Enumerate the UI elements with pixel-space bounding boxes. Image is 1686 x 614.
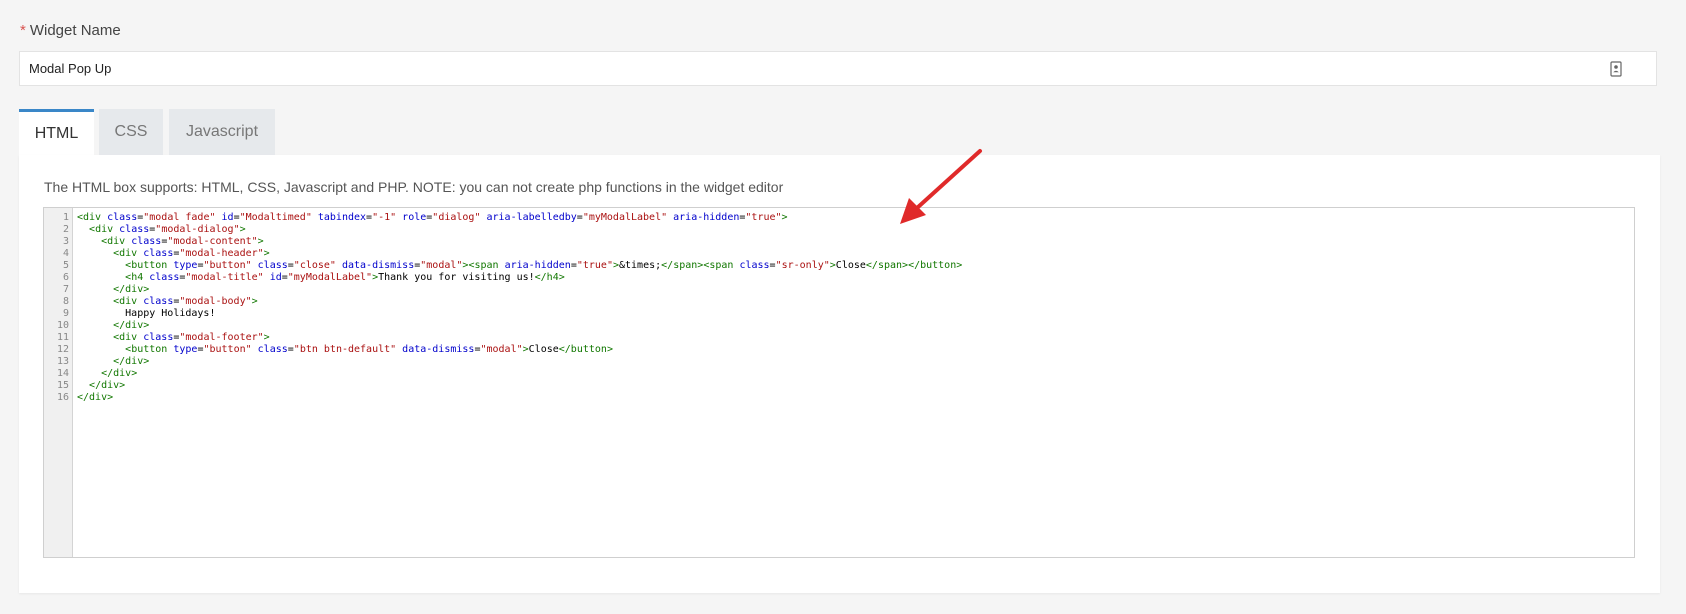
line-number: 5 xyxy=(62,260,69,271)
line-number: 12 xyxy=(56,344,69,355)
code-line: <div class="modal-footer"> xyxy=(113,332,270,343)
line-number: 14 xyxy=(56,368,69,379)
html-box-note: The HTML box supports: HTML, CSS, Javasc… xyxy=(44,179,784,195)
line-number: 8 xyxy=(62,296,69,307)
code-line: <div class="modal-dialog"> xyxy=(89,224,246,235)
widget-name-label: * Widget Name xyxy=(20,22,121,39)
line-number: 1 xyxy=(62,212,69,223)
code-line: <button type="button" class="close" data… xyxy=(125,260,963,271)
red-arrow-icon xyxy=(900,149,982,224)
code-line: </div> xyxy=(77,392,114,403)
line-number: 4 xyxy=(62,248,69,259)
widget-name-field-wrap xyxy=(19,51,1657,86)
line-number: 9 xyxy=(62,308,69,319)
line-number: 6 xyxy=(62,272,69,283)
line-number: 10 xyxy=(56,320,69,331)
code-line: <div class="modal-header"> xyxy=(113,248,270,259)
contact-card-icon[interactable] xyxy=(1610,61,1622,77)
html-tab-panel: The HTML box supports: HTML, CSS, Javasc… xyxy=(19,155,1660,593)
code-line: </div> xyxy=(113,284,150,295)
code-line: </div> xyxy=(89,380,126,391)
tab-javascript[interactable]: Javascript xyxy=(169,109,275,155)
code-line: </div> xyxy=(113,320,150,331)
code-content[interactable]: <div class="modal fade" id="Modaltimed" … xyxy=(77,212,1634,404)
line-number: 11 xyxy=(56,332,69,343)
code-line: <button type="button" class="btn btn-def… xyxy=(125,344,613,355)
line-number: 2 xyxy=(62,224,69,235)
line-number: 15 xyxy=(56,380,69,391)
line-number: 16 xyxy=(56,392,69,403)
widget-name-label-text: Widget Name xyxy=(29,22,121,39)
code-line: <h4 class="modal-title" id="myModalLabel… xyxy=(125,272,565,283)
code-line: <div class="modal-content"> xyxy=(101,236,264,247)
widget-name-input[interactable] xyxy=(20,52,1656,85)
code-line: <div class="modal fade" id="Modaltimed" … xyxy=(77,212,788,223)
tab-css[interactable]: CSS xyxy=(99,109,163,155)
tab-html[interactable]: HTML xyxy=(19,109,94,156)
required-mark: * xyxy=(20,22,26,39)
line-number-gutter: 1 2 3 4 5 6 7 8 9 10 11 12 13 14 15 16 xyxy=(44,208,73,557)
code-editor[interactable]: 1 2 3 4 5 6 7 8 9 10 11 12 13 14 15 16 <div class="moda… xyxy=(43,207,1635,558)
code-line: </div> xyxy=(113,356,150,367)
line-number: 3 xyxy=(62,236,69,247)
widget-editor-page: *Widget Name HTML CSS Javascript The HTM… xyxy=(0,0,1686,614)
code-line: </div> xyxy=(101,368,138,379)
line-number: 13 xyxy=(56,356,69,367)
line-number: 7 xyxy=(62,284,69,295)
code-line: Happy Holidays! xyxy=(77,308,216,319)
code-line: <div class="modal-body"> xyxy=(113,296,258,307)
